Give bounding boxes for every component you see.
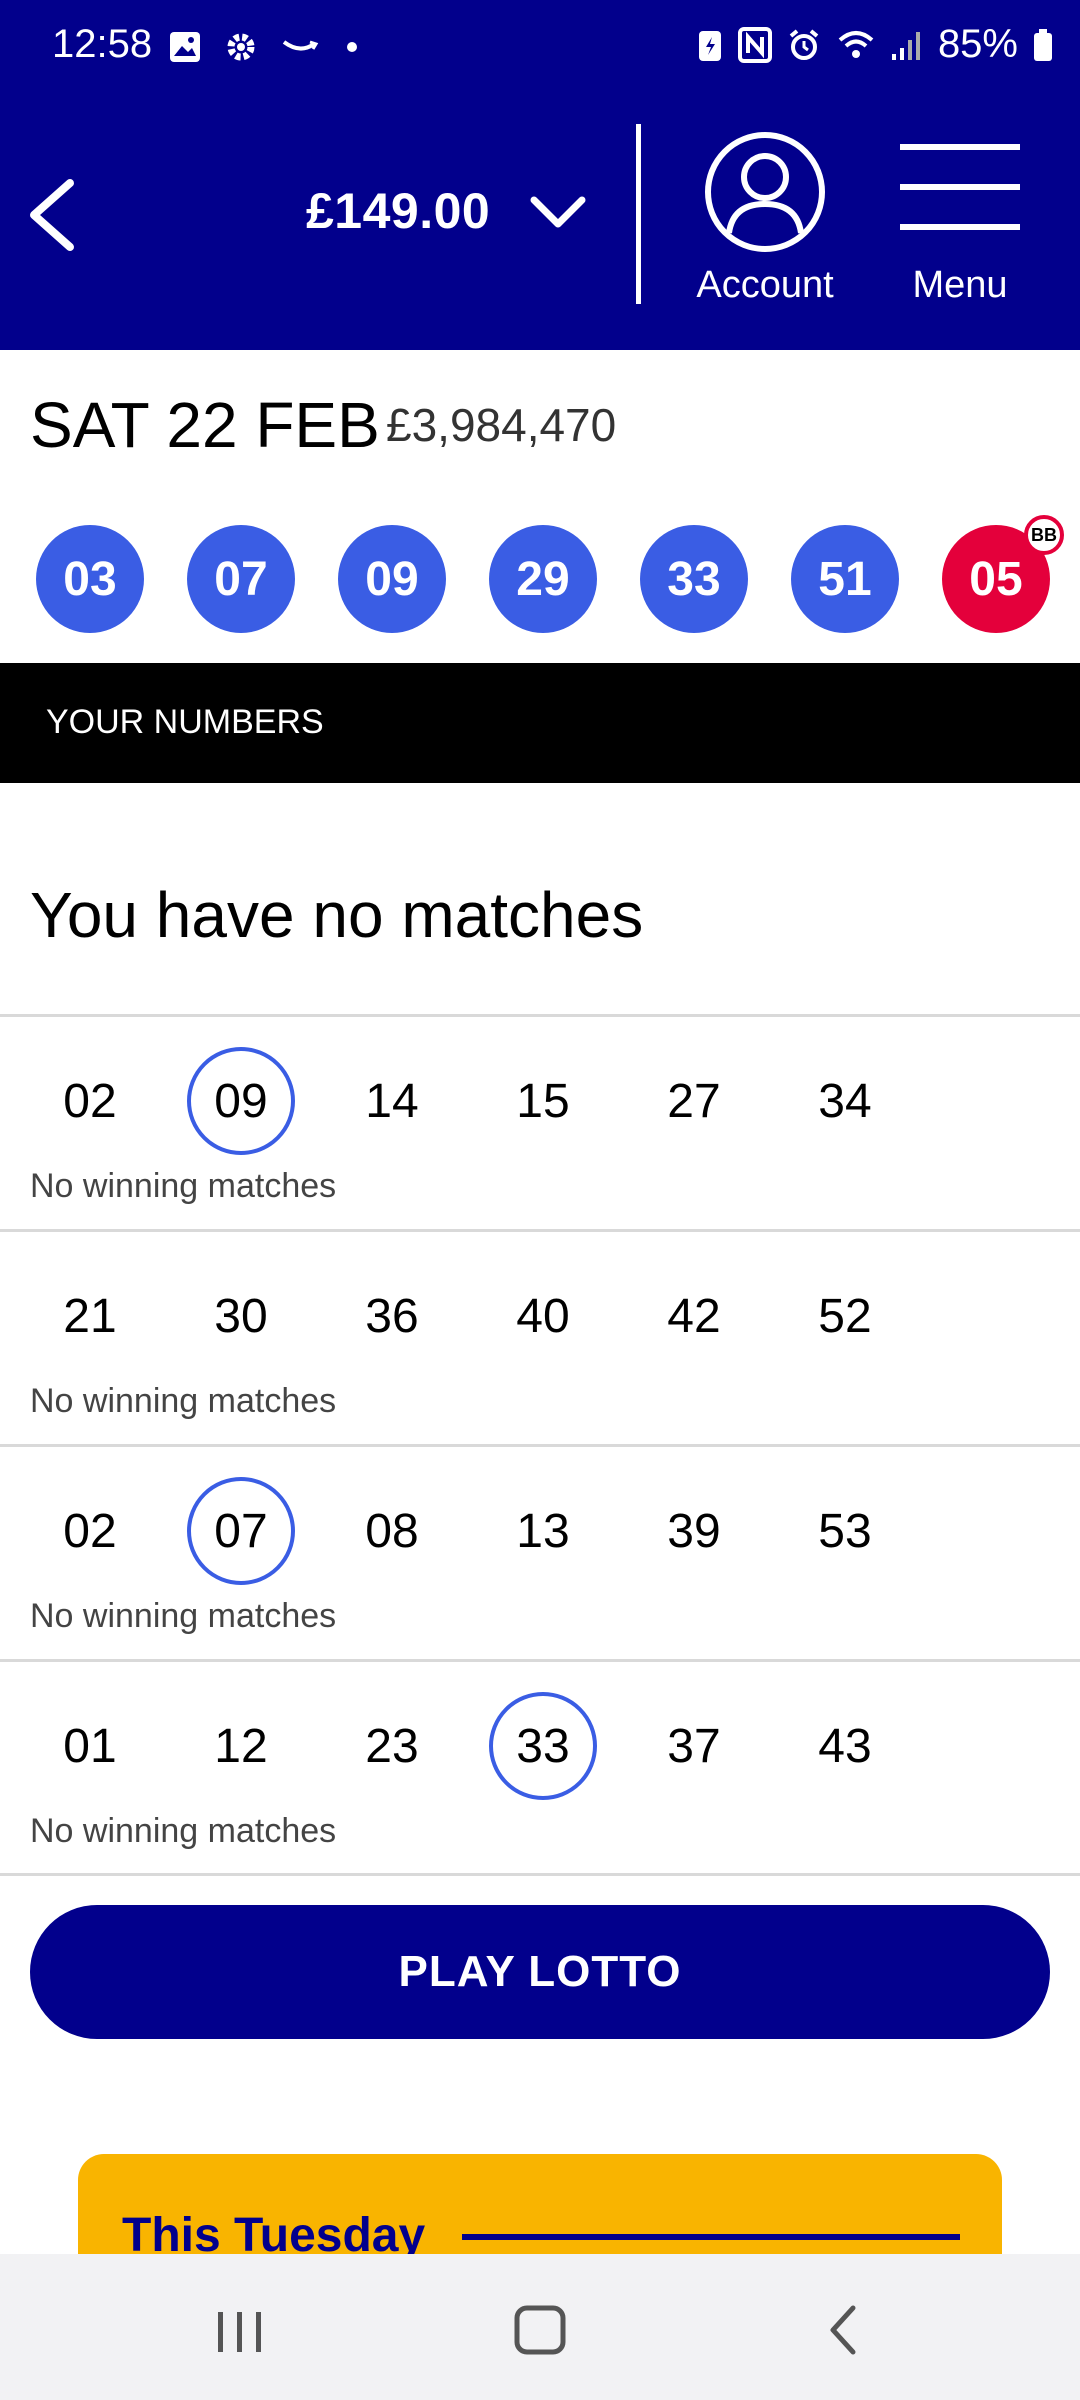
ticket-number-matched: 33: [489, 1692, 597, 1800]
menu-label: Menu: [912, 264, 1008, 306]
result-heading: You have no matches: [30, 879, 644, 951]
amazon-icon: [282, 40, 319, 51]
account-label: Account: [696, 264, 834, 306]
bonus-ball-badge: BB: [1024, 515, 1064, 555]
ticket-status: No winning matches: [30, 1597, 337, 1635]
battery-percent: 85%: [937, 22, 1018, 66]
ticket-number: 02: [63, 1074, 117, 1128]
winning-ball: 51: [791, 525, 899, 633]
hamburger-icon: [900, 144, 1020, 264]
winning-ball: 03: [36, 525, 144, 633]
ticket-row: 02 07 08 13 39 53 No winning matches: [0, 1444, 1080, 1662]
system-nav-bar: [0, 2254, 1080, 2400]
account-button[interactable]: Account: [680, 130, 850, 310]
ticket-row: 21 30 36 40 42 52 No winning matches: [0, 1229, 1080, 1447]
draw-date: SAT 22 FEB: [30, 389, 380, 461]
ticket-number: 53: [818, 1504, 872, 1558]
winning-ball: 09: [338, 525, 446, 633]
ticket-number: 36: [365, 1289, 419, 1343]
ticket-divider: [0, 1873, 1080, 1876]
bonus-ball: 05 BB: [942, 515, 1064, 633]
ticket-number: 21: [63, 1289, 117, 1343]
ticket-row: 01 12 23 33 37 43 No winning matches: [0, 1659, 1080, 1877]
ticket-number: 39: [667, 1504, 721, 1558]
ticket-status: No winning matches: [30, 1812, 337, 1850]
ticket-number: 40: [516, 1289, 570, 1343]
ticket-number: 08: [365, 1504, 419, 1558]
ticket-number: 23: [365, 1719, 419, 1773]
dot-icon: [347, 42, 357, 52]
menu-button[interactable]: Menu: [890, 130, 1030, 310]
recents-icon[interactable]: [200, 2294, 280, 2364]
your-numbers-header: YOUR NUMBERS: [0, 663, 1080, 783]
promo-rule: [462, 2234, 960, 2240]
home-icon[interactable]: [500, 2294, 580, 2364]
status-bar: 12:58 85%: [0, 0, 1080, 100]
draw-jackpot: £3,984,470: [386, 399, 617, 451]
ticket-number: 12: [214, 1719, 268, 1773]
winning-ball: 07: [187, 525, 295, 633]
ticket-status: No winning matches: [30, 1382, 337, 1420]
winning-balls: 03 07 09 29 33 51 05 BB: [36, 515, 1064, 635]
ticket-number: 43: [818, 1719, 872, 1773]
ticket-number: 52: [818, 1289, 872, 1343]
bonus-ball-number: 05: [969, 552, 1023, 606]
alarm-icon: [789, 28, 819, 60]
image-icon: [170, 32, 200, 62]
back-arrow-icon[interactable]: [22, 175, 82, 255]
gear-icon: [227, 33, 255, 61]
ticket-status: No winning matches: [30, 1167, 337, 1205]
account-icon: [705, 132, 825, 252]
section-title: YOUR NUMBERS: [46, 703, 324, 741]
ticket-number-matched: 07: [187, 1477, 295, 1585]
winning-ball: 33: [640, 525, 748, 633]
battery-icon: [1034, 28, 1052, 61]
ticket-row: 02 09 14 15 27 34 No winning matches: [0, 1014, 1080, 1232]
balance-amount[interactable]: £149.00: [306, 182, 490, 240]
ticket-number: 15: [516, 1074, 570, 1128]
ticket-number: 14: [365, 1074, 419, 1128]
ticket-number: 01: [63, 1719, 117, 1773]
chevron-down-icon[interactable]: [528, 192, 588, 232]
status-time: 12:58: [52, 22, 153, 66]
header-divider: [636, 124, 641, 304]
back-icon[interactable]: [805, 2294, 885, 2364]
app-header: £149.00 Account Menu: [0, 100, 1080, 350]
ticket-number: 42: [667, 1289, 721, 1343]
nfc-icon: [737, 26, 772, 63]
ticket-number: 37: [667, 1719, 721, 1773]
ticket-number: 02: [63, 1504, 117, 1558]
ticket-number: 34: [818, 1074, 872, 1128]
ticket-number-matched: 09: [187, 1047, 295, 1155]
ticket-number: 27: [667, 1074, 721, 1128]
signal-icon: [891, 31, 920, 60]
winning-ball: 29: [489, 525, 597, 633]
ticket-number: 30: [214, 1289, 268, 1343]
wifi-icon: [838, 30, 874, 58]
battery-saver-icon: [698, 30, 721, 61]
play-lotto-button[interactable]: PLAY LOTTO: [30, 1905, 1050, 2039]
ticket-number: 13: [516, 1504, 570, 1558]
